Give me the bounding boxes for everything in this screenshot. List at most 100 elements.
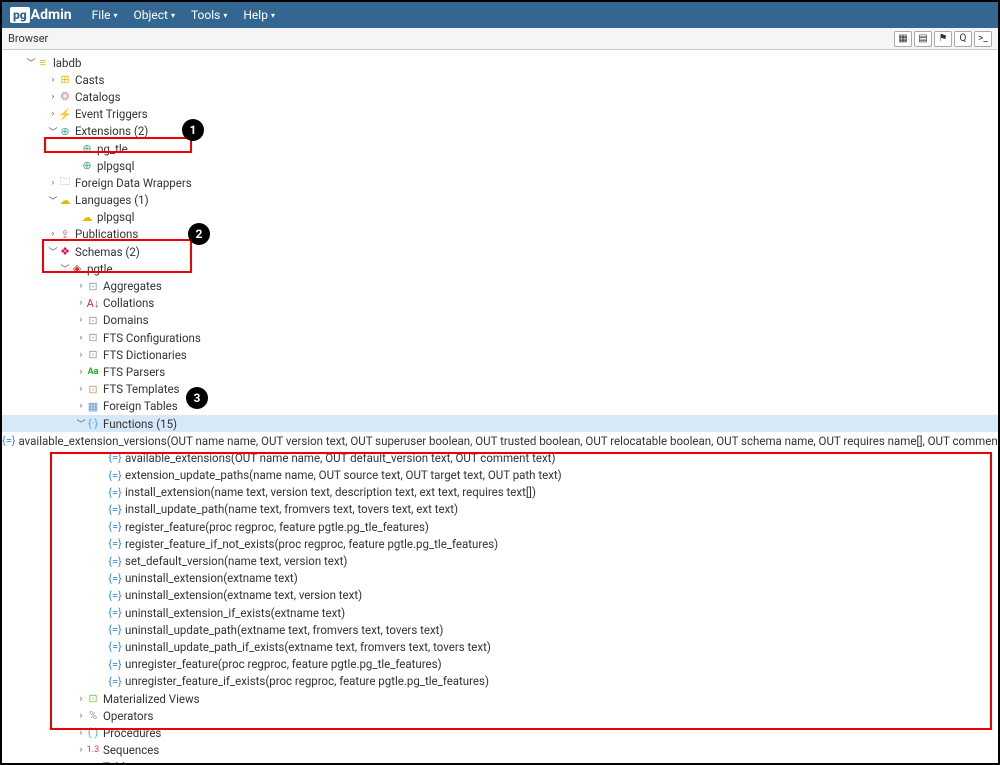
function-icon: {=} <box>2 434 15 447</box>
tree-node-database[interactable]: ﹀≡labdb <box>2 54 998 71</box>
function-icon: {=} <box>108 469 122 482</box>
caret-right-icon[interactable]: › <box>48 229 58 239</box>
caret-right-icon[interactable]: › <box>48 92 58 102</box>
tree-node-function[interactable]: {=}uninstall_update_path_if_exists(extna… <box>2 638 998 655</box>
menu-help[interactable]: Help▾ <box>235 8 283 22</box>
caret-down-icon[interactable]: ﹀ <box>48 125 58 138</box>
function-signature: uninstall_update_path(extname text, from… <box>125 623 443 637</box>
tree-node-function[interactable]: {=}unregister_feature(proc regproc, feat… <box>2 656 998 673</box>
tree-node-plpgsql-lang[interactable]: ☁plpgsql <box>2 209 998 226</box>
tree-node-function[interactable]: {=}register_feature_if_not_exists(proc r… <box>2 535 998 552</box>
caret-right-icon[interactable]: › <box>48 75 58 85</box>
tree-node-function[interactable]: {=}uninstall_extension_if_exists(extname… <box>2 604 998 621</box>
tree-node-procedures[interactable]: ›( )Procedures <box>2 724 998 741</box>
function-icon: {=} <box>108 486 122 499</box>
sequences-icon: 1.3 <box>86 745 100 755</box>
tree-node-function[interactable]: {=}available_extensions(OUT name name, O… <box>2 449 998 466</box>
tree-node-fdw[interactable]: ›🗀Foreign Data Wrappers <box>2 174 998 191</box>
tree-node-function[interactable]: {=}unregister_feature_if_exists(proc reg… <box>2 673 998 690</box>
tree-node-functions[interactable]: ﹀{·}Functions (15) <box>2 415 998 432</box>
caret-down-icon[interactable]: ﹀ <box>48 245 58 258</box>
tree-node-mat-views[interactable]: ›⊡Materialized Views <box>2 690 998 707</box>
caret-right-icon[interactable]: › <box>48 109 58 119</box>
tree-node-function[interactable]: {=}install_update_path(name text, fromve… <box>2 501 998 518</box>
tree-node-event-triggers[interactable]: ›⚡Event Triggers <box>2 106 998 123</box>
tree-node-publications[interactable]: ›⇪Publications <box>2 226 998 243</box>
caret-right-icon[interactable]: › <box>76 728 86 738</box>
annotation-callout-3: 3 <box>186 387 208 409</box>
tree-node-pgtle-schema[interactable]: ﹀◈pgtle <box>2 260 998 277</box>
menu-tools[interactable]: Tools▾ <box>183 8 235 22</box>
function-icon: {=} <box>108 537 122 550</box>
tree-node-languages[interactable]: ﹀☁Languages (1) <box>2 192 998 209</box>
tree-node-fts-dict[interactable]: ›⊡FTS Dictionaries <box>2 346 998 363</box>
extension-icon: ⊕ <box>80 159 94 172</box>
caret-right-icon[interactable]: › <box>48 178 58 188</box>
caret-right-icon[interactable]: › <box>76 281 86 291</box>
function-icon: {=} <box>108 520 122 533</box>
properties-icon[interactable]: ▦ <box>894 31 912 47</box>
tree-node-function[interactable]: {=}register_feature(proc regproc, featur… <box>2 518 998 535</box>
tree-node-schemas[interactable]: ﹀❖Schemas (2) <box>2 243 998 260</box>
caret-right-icon[interactable]: › <box>76 762 86 763</box>
caret-right-icon[interactable]: › <box>76 745 86 755</box>
tree-node-tables[interactable]: ›▦Tables <box>2 759 998 763</box>
tree-node-fts-templates[interactable]: ›⊡FTS Templates <box>2 381 998 398</box>
function-signature: uninstall_extension(extname text) <box>125 571 298 585</box>
caret-right-icon[interactable]: › <box>76 333 86 343</box>
annotation-callout-2: 2 <box>188 223 210 245</box>
tree-node-extensions[interactable]: ﹀⊕Extensions (2) <box>2 123 998 140</box>
tree-node-function[interactable]: {=}set_default_version(name text, versio… <box>2 552 998 569</box>
tree-node-collations[interactable]: ›A↓Collations <box>2 295 998 312</box>
caret-down-icon[interactable]: ﹀ <box>60 262 70 275</box>
tree-node-foreign-tables[interactable]: ›▦Foreign Tables <box>2 398 998 415</box>
fts-config-icon: ⊡ <box>86 331 100 344</box>
caret-right-icon[interactable]: › <box>76 315 86 325</box>
caret-down-icon[interactable]: ﹀ <box>76 417 86 430</box>
tree-node-pg-tle[interactable]: ⊕pg_tle <box>2 140 998 157</box>
function-signature: uninstall_update_path_if_exists(extname … <box>125 640 491 654</box>
tree-node-plpgsql-ext[interactable]: ⊕plpgsql <box>2 157 998 174</box>
database-icon: ≡ <box>36 56 50 69</box>
tree-node-function[interactable]: {=}uninstall_extension(extname text, ver… <box>2 587 998 604</box>
grid-icon[interactable]: ▤ <box>914 31 932 47</box>
tree-node-fts-config[interactable]: ›⊡FTS Configurations <box>2 329 998 346</box>
tree-node-function[interactable]: {=}available_extension_versions(OUT name… <box>2 432 998 449</box>
tree-node-operators[interactable]: ›%Operators <box>2 707 998 724</box>
tree-node-aggregates[interactable]: ›⊡Aggregates <box>2 277 998 294</box>
caret-down-icon[interactable]: ﹀ <box>26 56 36 69</box>
caret-right-icon[interactable]: › <box>76 711 86 721</box>
function-icon: {=} <box>108 640 122 653</box>
search-icon[interactable]: Q <box>954 31 972 47</box>
filter-icon[interactable]: ⚑ <box>934 31 952 47</box>
caret-right-icon[interactable]: › <box>76 384 86 394</box>
function-signature: unregister_feature(proc regproc, feature… <box>125 657 442 671</box>
caret-right-icon[interactable]: › <box>76 367 86 377</box>
tree-node-sequences[interactable]: ›1.3Sequences <box>2 742 998 759</box>
caret-right-icon[interactable]: › <box>76 350 86 360</box>
fts-parsers-icon: Aa <box>86 367 100 377</box>
foreign-tables-icon: ▦ <box>86 400 100 413</box>
function-signature: install_update_path(name text, fromvers … <box>125 502 458 516</box>
caret-right-icon[interactable]: › <box>76 401 86 411</box>
menu-object[interactable]: Object▾ <box>126 8 183 22</box>
menu-file[interactable]: File▾ <box>84 8 126 22</box>
function-signature: available_extensions(OUT name name, OUT … <box>125 451 555 465</box>
function-icon: {=} <box>108 572 122 585</box>
psql-icon[interactable]: >_ <box>974 31 992 47</box>
tree-node-function[interactable]: {=}uninstall_update_path(extname text, f… <box>2 621 998 638</box>
tree-node-catalogs[interactable]: ›❂Catalogs <box>2 88 998 105</box>
tree-node-domains[interactable]: ›⊡Domains <box>2 312 998 329</box>
object-browser-tree[interactable]: ﹀≡labdb ›⊞Casts ›❂Catalogs ›⚡Event Trigg… <box>2 50 998 763</box>
caret-down-icon[interactable]: ﹀ <box>48 194 58 207</box>
tree-node-function[interactable]: {=}install_extension(name text, version … <box>2 484 998 501</box>
tree-node-fts-parsers[interactable]: ›AaFTS Parsers <box>2 363 998 380</box>
caret-right-icon[interactable]: › <box>76 298 86 308</box>
tree-node-function[interactable]: {=}uninstall_extension(extname text) <box>2 570 998 587</box>
caret-right-icon[interactable]: › <box>76 694 86 704</box>
fts-templates-icon: ⊡ <box>86 383 100 396</box>
function-signature: install_extension(name text, version tex… <box>125 485 536 499</box>
function-list: {=}available_extension_versions(OUT name… <box>2 432 998 690</box>
tree-node-function[interactable]: {=}extension_update_paths(name name, OUT… <box>2 467 998 484</box>
tree-node-casts[interactable]: ›⊞Casts <box>2 71 998 88</box>
